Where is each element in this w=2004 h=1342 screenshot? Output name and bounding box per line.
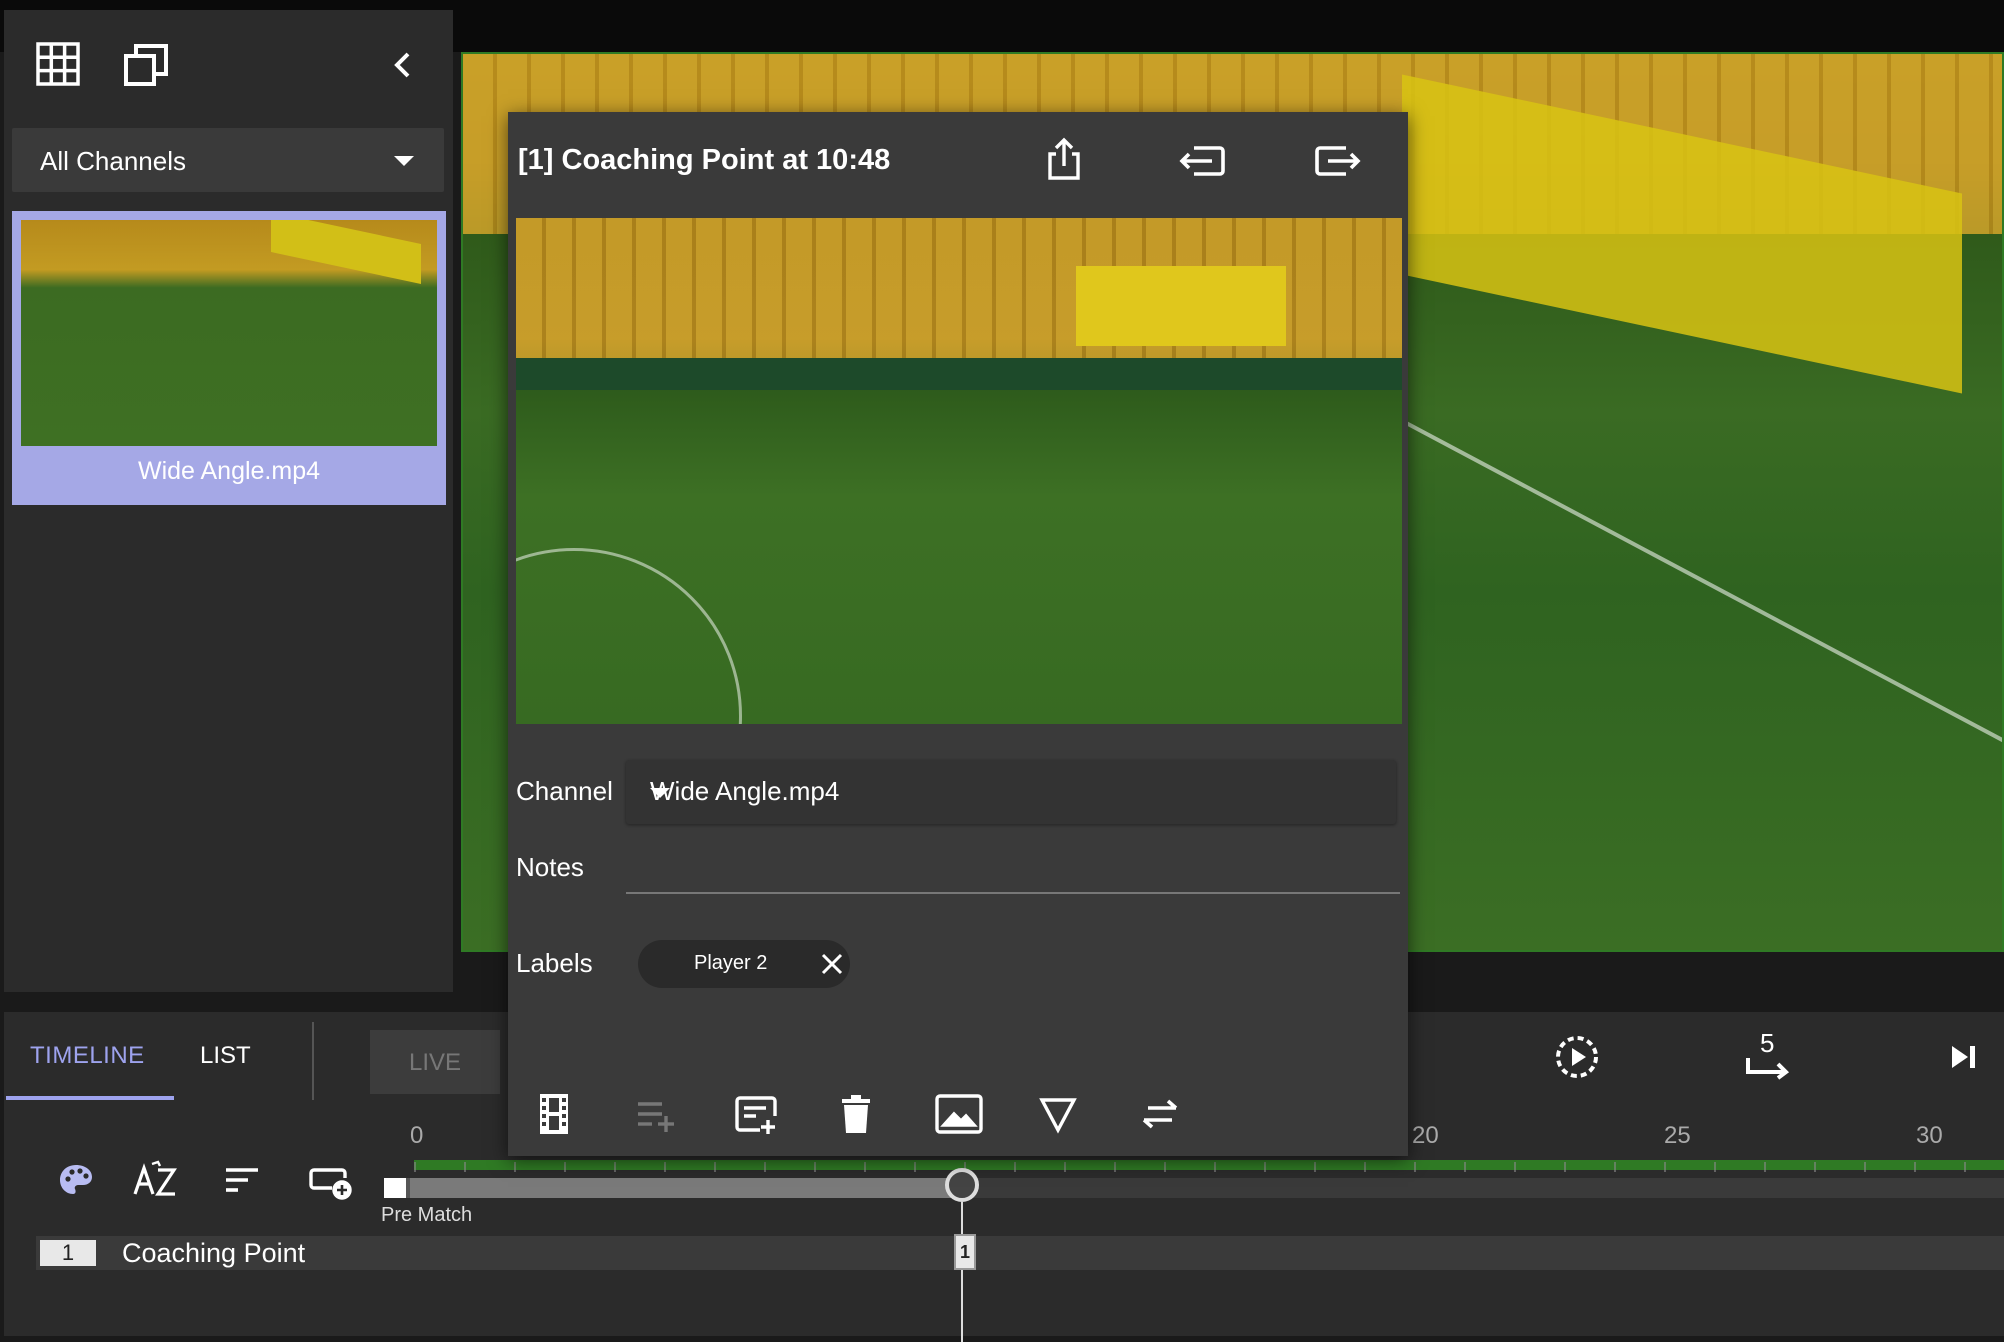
skip-forward-5-icon[interactable]: 5 <box>1744 1028 1794 1082</box>
palette-icon[interactable] <box>56 1160 96 1200</box>
channel-value: Wide Angle.mp4 <box>650 776 840 806</box>
set-in-point-icon[interactable] <box>1176 144 1226 178</box>
row-number: 1 <box>40 1240 96 1266</box>
divider <box>312 1022 314 1100</box>
timeline-ruler-ticks <box>414 1162 2004 1172</box>
event-lane[interactable] <box>386 1236 2004 1270</box>
live-button[interactable]: LIVE <box>370 1030 500 1094</box>
chevron-left-icon[interactable] <box>388 50 418 80</box>
label-chip-text: Player 2 <box>694 952 768 974</box>
close-icon[interactable] <box>820 952 844 976</box>
period-label: Pre Match <box>381 1204 473 1226</box>
clip-thumbnail <box>21 220 437 446</box>
timeline-tick: 25 <box>1664 1122 1691 1149</box>
film-icon[interactable] <box>532 1092 576 1136</box>
period-progress <box>384 1178 964 1198</box>
channel-sidebar: All Channels Wide Angle.mp4 <box>4 10 453 992</box>
notes-input[interactable] <box>626 844 1400 894</box>
clip-label: Wide Angle.mp4 <box>137 457 321 485</box>
filter-icon[interactable] <box>1036 1092 1080 1136</box>
row-label: Coaching Point <box>122 1238 306 1268</box>
event-row[interactable]: 1 Coaching Point <box>36 1236 386 1270</box>
clip-card[interactable]: Wide Angle.mp4 <box>12 211 446 505</box>
add-to-playlist-icon[interactable] <box>634 1092 678 1136</box>
active-tab-indicator <box>6 1096 174 1100</box>
channel-filter-dropdown[interactable]: All Channels <box>12 128 444 192</box>
play-circle-icon[interactable] <box>1554 1034 1600 1080</box>
grid-view-icon[interactable] <box>36 42 80 86</box>
chevron-down-icon <box>394 156 414 166</box>
scrubber-handle[interactable] <box>945 1168 979 1202</box>
timeline-tick: 30 <box>1916 1122 1943 1149</box>
clip-preview-video[interactable] <box>516 218 1402 724</box>
trash-icon[interactable] <box>834 1092 878 1136</box>
add-row-icon[interactable] <box>308 1160 352 1200</box>
tab-list[interactable]: LIST <box>200 1042 251 1070</box>
share-icon[interactable] <box>1044 136 1084 182</box>
channel-dropdown[interactable]: Wide Angle.mp4 <box>626 760 1396 824</box>
channel-label: Channel <box>516 776 613 806</box>
sort-az-icon[interactable] <box>132 1160 180 1200</box>
channel-filter-value: All Channels <box>40 146 186 176</box>
swap-icon[interactable] <box>1138 1092 1182 1136</box>
label-chip: Player 2 <box>638 940 850 988</box>
labels-label: Labels <box>516 948 593 978</box>
timeline-tick: 0 <box>410 1122 424 1149</box>
set-out-point-icon[interactable] <box>1314 144 1364 178</box>
chevron-down-icon <box>650 788 670 798</box>
coaching-point-dialog: [1] Coaching Point at 10:48 Channel Wide… <box>508 112 1408 1156</box>
playhead <box>961 1202 963 1342</box>
period-start-handle[interactable] <box>384 1178 410 1198</box>
event-marker[interactable]: 1 <box>954 1234 976 1270</box>
sort-lines-icon[interactable] <box>222 1160 262 1200</box>
dialog-toolbar <box>508 1092 1408 1152</box>
skip-next-icon[interactable] <box>1948 1042 1978 1072</box>
notes-label: Notes <box>516 852 584 882</box>
image-icon[interactable] <box>934 1092 984 1136</box>
pitch-line <box>1392 414 2002 841</box>
add-note-icon[interactable] <box>734 1092 778 1136</box>
timeline-tick: 20 <box>1412 1122 1439 1149</box>
multi-window-icon[interactable] <box>122 40 172 90</box>
dialog-title: [1] Coaching Point at 10:48 <box>518 144 891 176</box>
tab-timeline[interactable]: TIMELINE <box>30 1042 145 1070</box>
